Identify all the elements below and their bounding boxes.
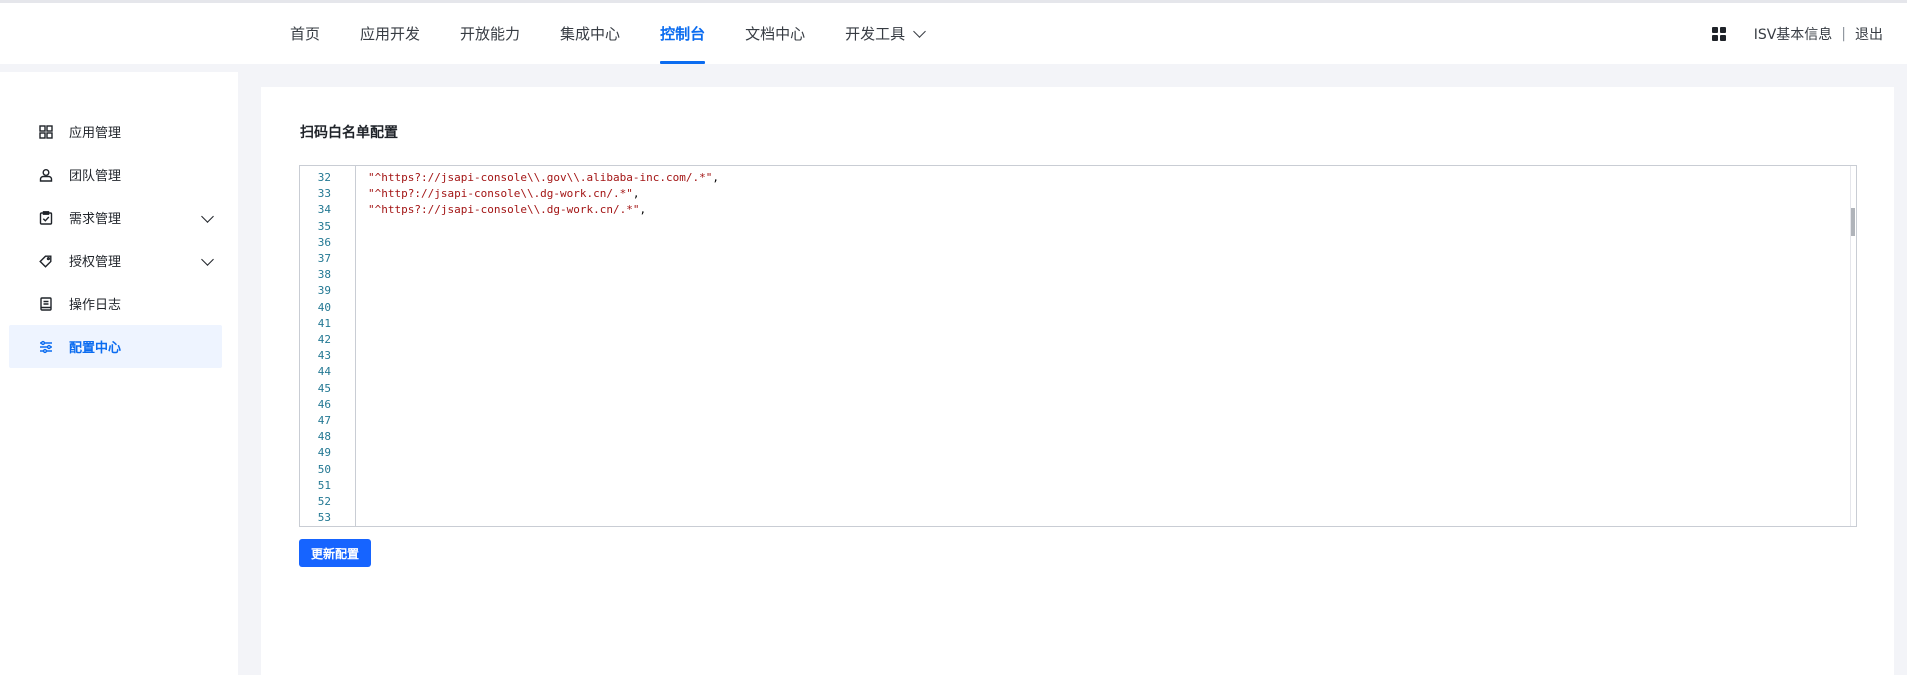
line-number: 46 <box>317 397 331 411</box>
chevron-down-icon <box>913 24 926 38</box>
line-number: 35 <box>317 219 331 233</box>
nav-item-label: 文档中心 <box>745 25 806 43</box>
nav-item-label: 控制台 <box>660 25 706 43</box>
line-number: 38 <box>317 268 331 282</box>
nav-item-label: 开放能力 <box>460 25 521 43</box>
code-punctuation: , <box>712 171 719 184</box>
header-right: ISV基本信息 | 退出 <box>1711 3 1883 64</box>
line-number: 41 <box>317 316 331 330</box>
code-line: "^https?://jsapi-console\\.gov\\.alibaba… <box>368 170 719 186</box>
line-number: 43 <box>317 349 331 363</box>
code-string: "^https?://jsapi-console\\.gov\\.alibaba… <box>368 171 713 184</box>
sidebar-item-1[interactable]: 团队管理 <box>9 153 222 196</box>
nav-item-4[interactable]: 控制台 <box>640 3 725 64</box>
sidebar-item-5[interactable]: 配置中心 <box>9 325 222 368</box>
sidebar-item-label: 应用管理 <box>69 126 122 141</box>
nav-item-label: 开发工具 <box>845 25 906 43</box>
sidebar-item-label: 操作日志 <box>69 298 122 313</box>
code-punctuation: , <box>639 203 647 217</box>
update-config-button[interactable]: 更新配置 <box>299 539 372 567</box>
grid-icon[interactable] <box>1711 26 1726 41</box>
nav-item-label: 应用开发 <box>360 25 421 43</box>
line-number: 45 <box>317 381 331 395</box>
sidebar-item-label: 需求管理 <box>69 212 122 227</box>
line-number: 40 <box>317 300 331 314</box>
line-number-gutter: 32 33 34 35 36 37 38 39 40 41 42 43 44 45 46 47 48 49 50 51… <box>300 166 356 526</box>
top-navigation-bar: 首页 应用开发 开放能力 集成中心 控制台 文档中心 开发工具 ISV基本信息 | 退出 <box>0 0 1907 64</box>
main-nav: 首页 应用开发 开放能力 集成中心 控制台 文档中心 开发工具 <box>270 3 944 64</box>
nav-item-2[interactable]: 开放能力 <box>440 3 540 64</box>
sidebar-item-2[interactable]: 需求管理 <box>9 196 222 239</box>
team-icon <box>39 168 53 182</box>
line-number: 52 <box>317 495 331 508</box>
nav-item-0[interactable]: 首页 <box>270 3 340 64</box>
line-number: 34 <box>317 203 331 217</box>
line-number: 49 <box>317 446 331 460</box>
nav-item-1[interactable]: 应用开发 <box>340 3 440 64</box>
apps-icon <box>39 124 53 139</box>
sidebar-item-3[interactable]: 授权管理 <box>9 239 222 282</box>
sidebar-item-4[interactable]: 操作日志 <box>9 282 222 325</box>
nav-item-5[interactable]: 文档中心 <box>725 3 825 64</box>
code-line: "^http?://jsapi-console\\.dg-work.cn/.*"… <box>368 186 640 202</box>
sidebar-item-0[interactable]: 应用管理 <box>9 110 222 153</box>
line-number: 32 <box>317 171 331 184</box>
line-number: 42 <box>317 333 331 346</box>
nav-item-label: 集成中心 <box>560 25 621 43</box>
code-punctuation: , <box>632 187 640 201</box>
chevron-down-icon[interactable] <box>201 253 214 266</box>
isv-info-link[interactable]: ISV基本信息 <box>1754 24 1833 44</box>
line-number: 50 <box>317 462 331 476</box>
header-separator: | <box>1841 25 1846 42</box>
nav-item-label: 首页 <box>290 25 321 43</box>
page-title: 扫码白名单配置 <box>300 125 398 141</box>
sidebar-item-label: 配置中心 <box>69 341 122 356</box>
code-string: "^https?://jsapi-console\\.dg-work.cn/.*… <box>368 203 640 217</box>
scrollbar-thumb[interactable] <box>1851 208 1855 236</box>
line-number: 53 <box>317 511 331 525</box>
line-number: 47 <box>317 414 331 427</box>
log-book-icon <box>39 296 53 311</box>
nav-item-6[interactable]: 开发工具 <box>825 3 944 64</box>
line-number: 39 <box>317 284 331 298</box>
clipboard-check-icon <box>39 210 53 225</box>
nav-item-3[interactable]: 集成中心 <box>540 3 640 64</box>
line-number: 51 <box>317 478 331 492</box>
editor-scrollbar[interactable] <box>1850 166 1856 526</box>
sidebar-item-label: 团队管理 <box>69 169 122 184</box>
line-number: 36 <box>317 235 331 249</box>
code-editor[interactable]: 32 33 34 35 36 37 38 39 40 41 42 43 44 45 46 47 48 49 50 51… <box>299 165 1857 527</box>
line-number: 33 <box>317 187 331 201</box>
main-content: 扫码白名单配置 32 33 34 35 36 37 38 39 40 41 42 43 44 45 46 47… <box>261 87 1894 675</box>
tag-icon <box>39 254 53 268</box>
chevron-down-icon[interactable] <box>201 210 214 223</box>
code-line: "^https?://jsapi-console\\.dg-work.cn/.*… <box>368 202 646 218</box>
sidebar-item-label: 授权管理 <box>69 255 122 270</box>
sidebar: 应用管理团队管理需求管理授权管理操作日志配置中心 <box>0 72 238 675</box>
sliders-icon <box>39 340 53 354</box>
logout-link[interactable]: 退出 <box>1855 24 1883 44</box>
line-number: 44 <box>317 365 331 379</box>
line-number: 48 <box>317 430 331 444</box>
code-string: "^http?://jsapi-console\\.dg-work.cn/.*" <box>368 187 633 201</box>
line-number: 37 <box>317 252 331 265</box>
